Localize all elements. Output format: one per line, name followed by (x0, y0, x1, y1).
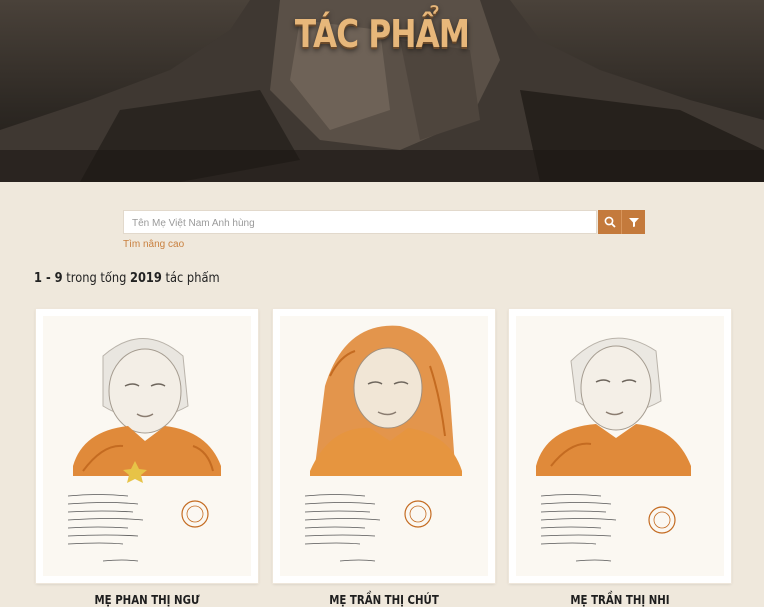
artwork-card[interactable] (509, 309, 731, 583)
portrait-illustration (536, 337, 691, 562)
artwork-card[interactable] (36, 309, 258, 583)
artwork-card-title[interactable]: MẸ PHAN THỊ NGƯ (53, 593, 242, 607)
result-total: 2019 (130, 271, 162, 286)
portrait-illustration (304, 325, 462, 562)
search-box (123, 210, 597, 235)
artwork-card-title[interactable]: MẸ TRẦN THỊ NHI (526, 593, 715, 607)
result-count: 1 - 9 trong tổng 2019 tác phẩm (34, 271, 220, 286)
result-suffix: tác phẩm (165, 271, 220, 286)
search-bar (123, 210, 645, 235)
filter-button[interactable] (621, 210, 645, 234)
result-between: trong tổng (66, 271, 127, 286)
search-input[interactable] (130, 211, 594, 235)
advanced-search-link[interactable]: Tìm nâng cao (123, 239, 184, 250)
hero-banner: TÁC PHẨM (0, 0, 764, 182)
search-icon (604, 216, 616, 228)
portrait-illustration (67, 338, 221, 562)
artwork-image (280, 316, 488, 576)
artwork-image (43, 316, 251, 576)
artwork-card-title[interactable]: MẸ TRẦN THỊ CHÚT (290, 593, 479, 607)
page-title: TÁC PHẨM (294, 12, 470, 56)
filter-icon (628, 218, 639, 227)
search-button[interactable] (598, 210, 621, 234)
result-range: 1 - 9 (34, 271, 63, 286)
artwork-card[interactable] (273, 309, 495, 583)
artwork-image (516, 316, 724, 576)
